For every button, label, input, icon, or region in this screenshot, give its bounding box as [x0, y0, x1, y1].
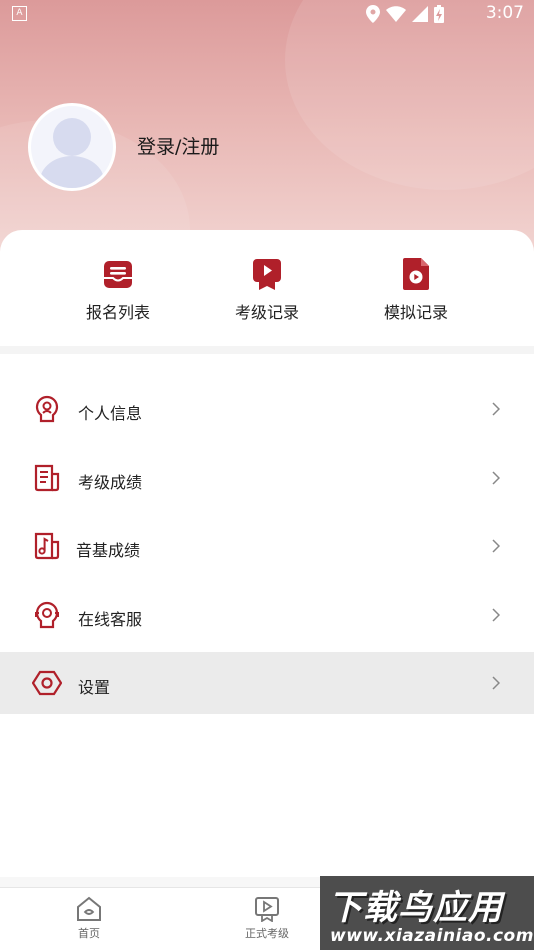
formal-exam-icon	[255, 897, 279, 922]
quick-actions-card: 报名列表 考级记录 模拟记录	[0, 230, 534, 348]
settings-icon	[32, 670, 62, 696]
section-divider	[0, 346, 534, 354]
header-decoration	[285, 0, 534, 190]
quick-action-label: 报名列表	[85, 303, 150, 322]
menu-item-personal-info[interactable]: 个人信息	[0, 378, 534, 440]
avatar-shoulders	[40, 156, 104, 188]
menu-item-music-theory-score[interactable]: 音基成绩	[0, 515, 534, 577]
menu-item-label: 考级成绩	[78, 472, 143, 492]
chevron-right-icon	[492, 676, 500, 690]
watermark-url: www.xiazainiao.com	[330, 926, 534, 946]
music-theory-score-icon	[34, 532, 60, 560]
chevron-right-icon	[492, 402, 500, 416]
tab-formal-exam[interactable]: 正式考级	[227, 896, 307, 941]
settings-menu: 个人信息 考级成绩 音基成绩 在线客服 设置	[0, 378, 534, 721]
menu-item-label: 音基成绩	[76, 541, 141, 560]
tab-label: 首页	[78, 927, 100, 940]
chevron-right-icon	[492, 539, 500, 553]
menu-item-label: 个人信息	[78, 404, 143, 423]
menu-item-exam-score[interactable]: 考级成绩	[0, 446, 534, 509]
quick-action-mock-record[interactable]: 模拟记录	[356, 256, 476, 323]
chevron-right-icon	[492, 607, 500, 622]
menu-item-settings[interactable]: 设置	[0, 652, 534, 714]
quick-action-exam-record[interactable]: 考级记录	[207, 256, 327, 323]
personal-info-icon	[35, 395, 59, 423]
registration-list-icon	[104, 261, 132, 288]
watermark-logo: 下载鸟应用 www.xiazainiao.com	[320, 876, 534, 950]
watermark-title: 下载鸟应用	[328, 888, 503, 928]
login-register-link[interactable]: 登录/注册	[137, 132, 219, 159]
signal-icon	[412, 6, 428, 22]
mock-record-icon	[403, 258, 429, 290]
tab-home[interactable]: 首页	[49, 896, 129, 941]
status-indicator: A	[12, 6, 27, 21]
avatar[interactable]	[28, 103, 116, 191]
chevron-right-icon	[492, 470, 500, 485]
status-time: 3:07	[485, 3, 524, 23]
customer-service-icon	[35, 601, 59, 628]
battery-charging-icon	[434, 5, 444, 23]
status-bar: A 3:07	[0, 0, 534, 28]
menu-item-label: 在线客服	[78, 609, 143, 629]
tab-label: 正式考级	[245, 927, 289, 940]
quick-action-label: 考级记录	[234, 303, 299, 322]
home-icon	[77, 896, 101, 921]
menu-item-label: 设置	[78, 678, 111, 697]
menu-item-customer-service[interactable]: 在线客服	[0, 583, 534, 646]
exam-score-icon	[34, 464, 60, 491]
quick-action-registration-list[interactable]: 报名列表	[58, 256, 178, 323]
quick-action-label: 模拟记录	[383, 303, 448, 322]
avatar-head	[53, 118, 91, 156]
wifi-icon	[386, 6, 406, 22]
location-icon	[366, 5, 380, 23]
exam-record-icon	[253, 259, 281, 290]
